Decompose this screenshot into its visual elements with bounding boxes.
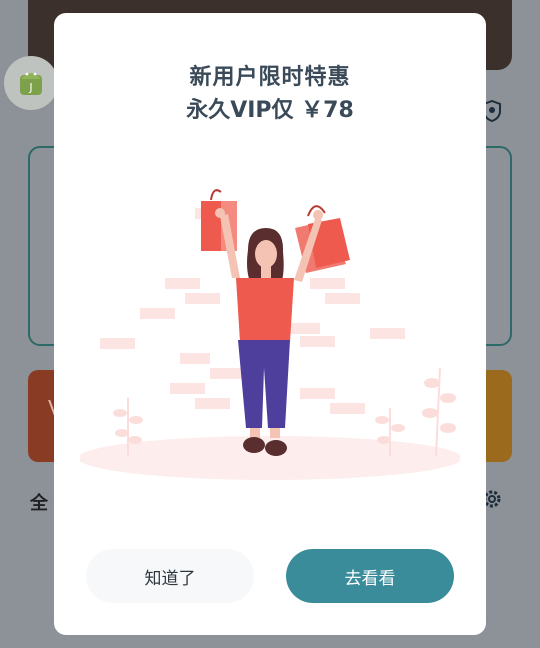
background-section-title: 全: [30, 493, 48, 514]
shopping-woman-illustration: [80, 189, 460, 480]
view-offer-button[interactable]: 去看看: [286, 549, 454, 603]
svg-text:J: J: [28, 81, 32, 94]
promo-dialog: 新用户限时特惠 永久VIP仅 ￥78 知道了 去看看: [54, 13, 486, 635]
promo-price: 永久VIP仅 ￥78: [186, 98, 354, 123]
promo-title: 新用户限时特惠: [189, 65, 351, 90]
dismiss-button[interactable]: 知道了: [86, 549, 254, 603]
android-icon: J: [4, 56, 58, 110]
